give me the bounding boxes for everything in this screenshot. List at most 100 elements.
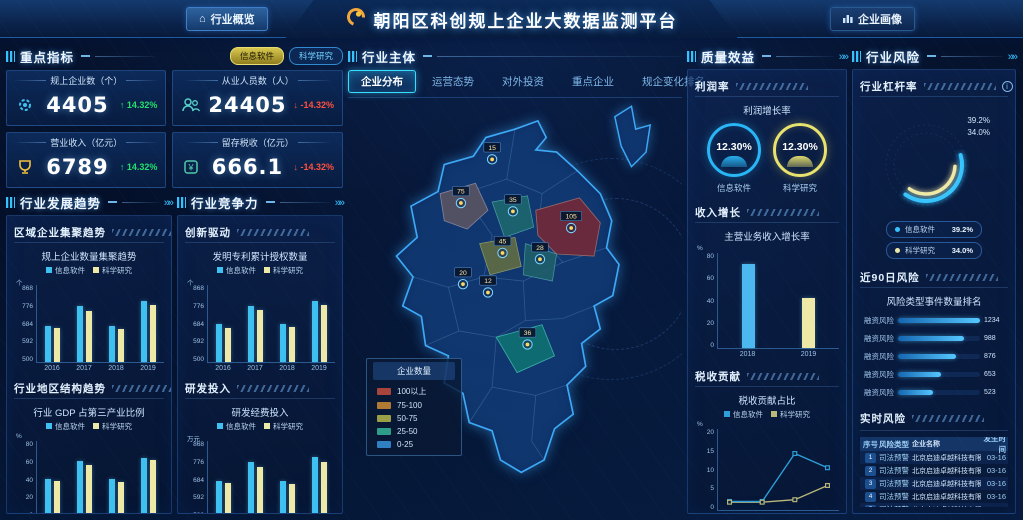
top-header: ⌂ 行业概览 朝阳区科创规上企业大数据监测平台 企业画像 [0, 0, 1023, 38]
svg-text:75: 75 [457, 189, 465, 196]
metric-label: 从业人员数（人） [179, 74, 336, 87]
page-title: 朝阳区科创规上企业大数据监测平台 [374, 7, 678, 32]
panel-header-icon [6, 51, 15, 62]
risk-table-row[interactable]: 3司法预警北京启迪卓越科技有限公司03-16 [860, 477, 1008, 490]
industry-trends-panel: 行业发展趋势 区域企业集聚趋势 规上企业数量集聚趋势信息软件科学研究个86877… [6, 192, 172, 514]
trends-title: 行业发展趋势 [20, 193, 101, 212]
quality-title: 质量效益 [701, 47, 755, 66]
leverage-legend-item: 科学研究34.0% [886, 242, 982, 259]
map-legend: 企业数量 100以上75-10050-7525-500-25 [366, 358, 462, 456]
metric-tag-1[interactable]: 信息软件 [230, 47, 284, 65]
metric-value: 666.1 [208, 155, 286, 179]
home-icon: ⌂ [199, 13, 206, 25]
chart-gdp-share: 行业 GDP 占第三产业比例信息软件科学研究%80604020020162017… [14, 403, 164, 514]
scroll-arrows-icon[interactable] [335, 193, 343, 211]
map-legend-item: 75-100 [367, 399, 461, 412]
panel-header-icon [348, 51, 357, 62]
risk-rank-row: 融资风险523 [860, 387, 1008, 398]
metric-delta: ↑ 14.32% [120, 100, 158, 110]
gear-icon [15, 95, 35, 115]
panel-header-icon [177, 197, 186, 208]
chart-rd-expenditure: 研发经费投入信息软件科学研究万元868776684592500201620172… [185, 403, 335, 514]
metric-card-1[interactable]: 规上企业数（个） 4405 ↑ 14.32% [6, 70, 166, 126]
section-tax-contribution: 税收贡献 [695, 366, 839, 391]
key-metrics-title: 重点指标 [20, 47, 74, 66]
metric-delta: ↓ -14.32% [293, 162, 334, 172]
nav-industry-overview[interactable]: ⌂ 行业概览 [186, 7, 268, 31]
risk-rank-row: 融资风险988 [860, 333, 1008, 344]
map-legend-title: 企业数量 [373, 362, 455, 380]
map-ne-exclave [615, 106, 650, 166]
scroll-arrows-icon[interactable] [164, 193, 172, 211]
map-legend-item: 100以上 [367, 384, 461, 399]
metric-delta: ↑ 14.32% [120, 162, 158, 172]
section-profit-rate: 利润率 [695, 76, 839, 101]
metric-filter-tags: 信息软件科学研究 [230, 47, 343, 65]
section-leverage: 行业杠杆率i [860, 76, 1008, 101]
leverage-legend-item: 信息软件39.2% [886, 221, 982, 238]
quality-benefit-panel: 质量效益 利润率 利润增长率12.30%信息软件12.30%科学研究 收入增长 … [687, 46, 847, 514]
section-regional-agglomeration: 区域企业集聚趋势 [14, 222, 164, 247]
risk-table-row[interactable]: 1司法预警北京启迪卓越科技有限公司03-16 [860, 451, 1008, 464]
info-icon[interactable]: i [1002, 81, 1013, 92]
coin-icon: ¥ [181, 157, 201, 177]
metric-tag-2[interactable]: 科学研究 [289, 47, 343, 65]
nav-overview-label: 行业概览 [211, 11, 255, 27]
scroll-arrows-icon[interactable] [1008, 47, 1016, 65]
realtime-risk-title: 实时风险 [860, 411, 906, 426]
svg-text:¥: ¥ [188, 162, 195, 172]
chart-enterprise-agglomeration: 规上企业数量集聚趋势信息软件科学研究个868776684592500201620… [14, 247, 164, 372]
tab-1[interactable]: 企业分布 [348, 70, 416, 93]
tab-4[interactable]: 重点企业 [560, 71, 626, 92]
chart-revenue-growth: 主营业务收入增长率%80604020020182019 [695, 227, 839, 358]
bar-chart-icon [843, 13, 853, 26]
risk-rank-row: 融资风险876 [860, 351, 1008, 362]
risk-table-row[interactable]: 2司法预警北京启迪卓越科技有限公司03-16 [860, 464, 1008, 477]
scroll-arrows-icon[interactable] [839, 47, 847, 65]
industry-risk-panel: 行业风险 行业杠杆率i 39.2%34.0%信息软件39.2%科学研究34.0%… [852, 46, 1016, 514]
metric-label: 留存税收（亿元） [179, 136, 336, 149]
metric-card-3[interactable]: 营业收入（亿元）6789↑ 14.32% [6, 132, 166, 188]
metric-value: 4405 [42, 93, 113, 117]
metric-label: 规上企业数（个） [13, 74, 159, 87]
nav-portrait-label: 企业画像 [858, 11, 902, 27]
platform-logo-icon [346, 7, 366, 32]
district-map[interactable]: 1575351054528201236 企业数量 100以上75-10050-7… [348, 98, 682, 514]
map-legend-item: 0-25 [367, 438, 461, 451]
industry-subjects-title: 行业主体 [362, 47, 416, 66]
section-rd-investment: 研发投入 [185, 378, 335, 403]
metric-value: 6789 [42, 155, 113, 179]
svg-text:36: 36 [524, 330, 532, 337]
map-legend-item: 50-75 [367, 412, 461, 425]
panel-header-icon [6, 197, 15, 208]
risk-rank-row: 融资风险1234 [860, 315, 1008, 326]
metric-value: 24405 [208, 93, 286, 117]
risk-title: 行业风险 [866, 47, 920, 66]
competitiveness-title: 行业竞争力 [191, 193, 259, 212]
risk-table-row[interactable]: 5司法预警北京启迪卓越科技有限公司03-16 [860, 503, 1008, 507]
chart-tax-line: 税收贡献占比信息软件科学研究%201510502016201720182019 [695, 391, 839, 514]
svg-text:105: 105 [566, 214, 578, 221]
trophy-icon [15, 157, 35, 177]
panel-header-icon [687, 51, 696, 62]
profit-gauge: 12.30%信息软件 [707, 123, 761, 194]
chart-profit-gauges: 利润增长率12.30%信息软件12.30%科学研究 [695, 101, 839, 194]
realtime-risk-table[interactable]: 序号风险类型企业名称发生时间1司法预警北京启迪卓越科技有限公司03-162司法预… [860, 437, 1008, 507]
tab-3[interactable]: 对外投资 [490, 71, 556, 92]
metric-card-4[interactable]: 留存税收（亿元） ¥666.1 ↓ -14.32% [172, 132, 343, 188]
nav-enterprise-portrait[interactable]: 企业画像 [830, 7, 915, 31]
risk-table-row[interactable]: 4司法预警北京启迪卓越科技有限公司03-16 [860, 490, 1008, 503]
svg-text:20: 20 [459, 270, 467, 277]
chart-patents: 发明专利累计授权数量信息软件科学研究个868776684592500201620… [185, 247, 335, 372]
metric-card-2[interactable]: 从业人员数（人）24405↓ -14.32% [172, 70, 343, 126]
industry-subjects-panel: 行业主体 企业分布运营态势对外投资重点企业规企变化排名 [348, 46, 682, 514]
competitiveness-panel: 行业竞争力 创新驱动 发明专利累计授权数量信息软件科学研究个8687766845… [177, 192, 343, 514]
chart-risk-rank: 风险类型事件数量排名融资风险1234融资风险988融资风险876融资风险653融… [860, 292, 1008, 405]
svg-text:15: 15 [488, 145, 496, 152]
key-metrics-panel: 重点指标 信息软件科学研究 规上企业数（个） 4405 ↑ 14.32% 从业人员数（… [6, 46, 343, 188]
tab-2[interactable]: 运营态势 [420, 71, 486, 92]
section-innovation: 创新驱动 [185, 222, 335, 247]
section-90day-risk: 近90日风险 [860, 267, 1008, 292]
subject-tabs: 企业分布运营态势对外投资重点企业规企变化排名 [348, 70, 682, 98]
section-revenue-growth: 收入增长 [695, 202, 839, 227]
